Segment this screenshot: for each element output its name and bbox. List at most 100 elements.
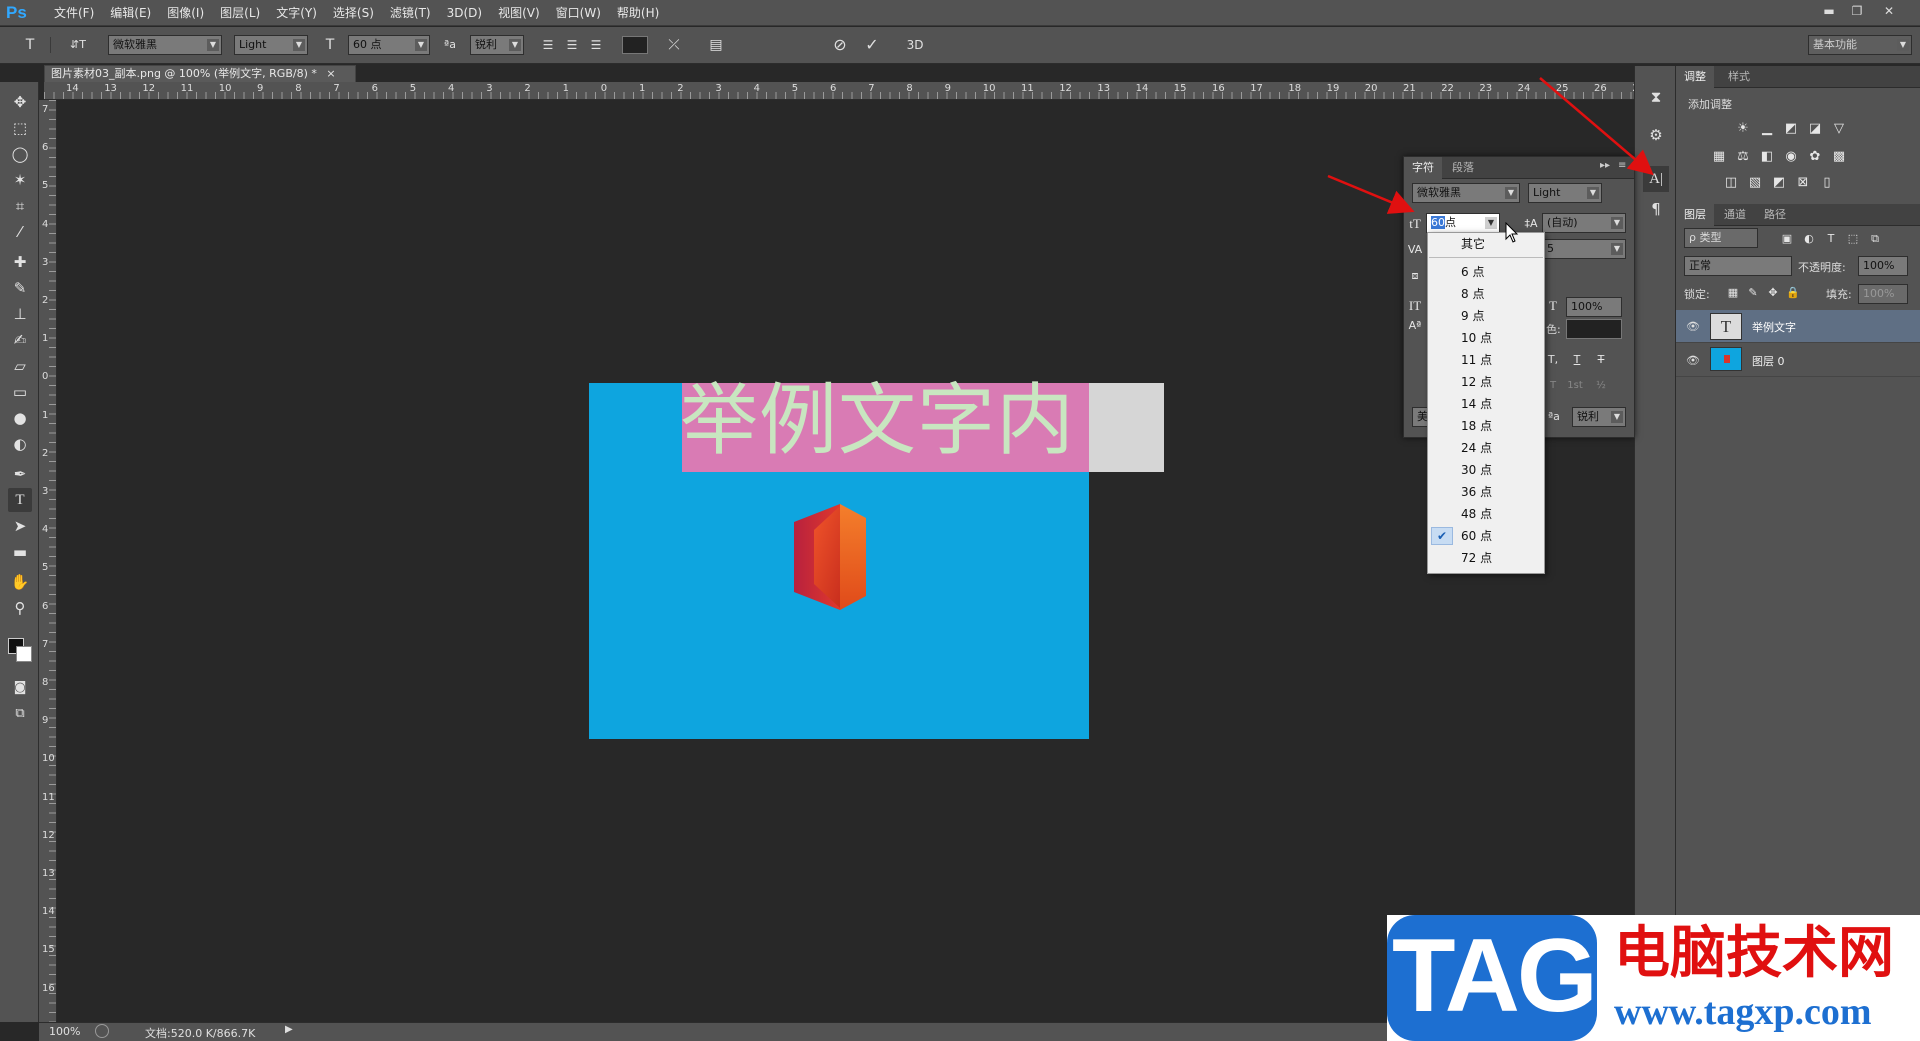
zoom-tool-icon[interactable]: ⚲ [8, 596, 32, 620]
pen-tool-icon[interactable]: ✒ [8, 462, 32, 486]
tab-paragraph[interactable]: 段落 [1444, 157, 1482, 179]
type-tool-preset-icon[interactable]: T [20, 35, 40, 55]
menu-view[interactable]: 视图(V) [490, 0, 548, 26]
close-tab-icon[interactable]: × [326, 67, 335, 80]
tab-adjustments[interactable]: 调整 [1676, 66, 1714, 88]
properties-panel-icon[interactable]: ⚙ [1643, 122, 1669, 148]
hue-saturation-icon[interactable]: ▦ [1710, 148, 1728, 166]
subscript-icon[interactable]: T, [1544, 351, 1562, 369]
lock-transparent-icon[interactable]: ▦ [1724, 284, 1742, 302]
filter-smart-icon[interactable]: ⧉ [1866, 230, 1884, 248]
workspace-select[interactable]: 基本功能 ▼ [1808, 35, 1912, 55]
menu-edit[interactable]: 编辑(E) [102, 0, 159, 26]
background-color-swatch[interactable] [16, 646, 32, 662]
gradient-tool-icon[interactable]: ▭ [8, 380, 32, 404]
visibility-eye-icon[interactable]: 👁 [1686, 354, 1700, 367]
dodge-tool-icon[interactable]: ◐ [8, 432, 32, 456]
menu-file[interactable]: 文件(F) [46, 0, 102, 26]
align-left-icon[interactable]: ☰ [538, 35, 558, 55]
panel-menu-icon[interactable]: ≡ [1618, 160, 1626, 171]
dropdown-item[interactable]: 72 点 [1428, 547, 1544, 569]
dropdown-item[interactable]: 9 点 [1428, 305, 1544, 327]
menu-3d[interactable]: 3D(D) [439, 0, 490, 26]
restore-button[interactable]: ❐ [1846, 2, 1868, 20]
warp-text-icon[interactable]: ⤫ [664, 35, 684, 55]
layer-row[interactable]: 👁 图层 0 [1676, 344, 1920, 377]
rectangle-tool-icon[interactable]: ▬ [8, 540, 32, 564]
char-color-swatch[interactable] [1566, 319, 1622, 339]
layer-name[interactable]: 图层 0 [1752, 353, 1785, 369]
dropdown-item[interactable]: 10 点 [1428, 327, 1544, 349]
char-font-family-select[interactable]: 微软雅黑 ▼ [1412, 183, 1520, 203]
curves-icon[interactable]: ◩ [1782, 120, 1800, 138]
document-text-layer[interactable]: 举例文字内 [680, 377, 1075, 466]
ligature-icon[interactable]: T [1544, 377, 1562, 395]
dropdown-item[interactable]: 36 点 [1428, 481, 1544, 503]
leading-select[interactable]: (自动) ▼ [1542, 213, 1626, 233]
menu-window[interactable]: 窗口(W) [548, 0, 609, 26]
threshold-icon[interactable]: ◩ [1770, 174, 1788, 192]
commit-edit-icon[interactable]: ✓ [862, 35, 882, 55]
menu-image[interactable]: 图像(I) [159, 0, 212, 26]
character-panel-toggle-icon[interactable]: ▤ [706, 35, 726, 55]
close-button[interactable]: ✕ [1878, 2, 1900, 20]
dropdown-item[interactable]: 14 点 [1428, 393, 1544, 415]
exposure-icon[interactable]: ◪ [1806, 120, 1824, 138]
fill-input[interactable]: 100% [1858, 284, 1908, 304]
type-tool-icon[interactable]: T [8, 488, 32, 512]
dropdown-item[interactable]: 48 点 [1428, 503, 1544, 525]
menu-filter[interactable]: 滤镜(T) [382, 0, 439, 26]
filter-adjust-icon[interactable]: ◐ [1800, 230, 1818, 248]
vibrance-icon[interactable]: ▽ [1830, 120, 1848, 138]
tab-layers[interactable]: 图层 [1676, 204, 1714, 226]
clone-stamp-tool-icon[interactable]: ⊥ [8, 302, 32, 326]
blend-mode-select[interactable]: 正常 [1684, 256, 1792, 276]
move-tool-icon[interactable]: ✥ [8, 90, 32, 114]
menu-type[interactable]: 文字(Y) [268, 0, 325, 26]
align-center-icon[interactable]: ☰ [562, 35, 582, 55]
quick-mask-icon[interactable]: ◙ [8, 676, 32, 700]
dropdown-item[interactable]: 11 点 [1428, 349, 1544, 371]
tab-paths[interactable]: 路径 [1756, 204, 1794, 226]
paragraph-panel-icon[interactable]: ¶ [1643, 196, 1669, 222]
horizontal-scale-input[interactable]: 100% [1566, 297, 1622, 317]
screen-mode-icon[interactable]: ⧉ [8, 702, 32, 726]
eraser-tool-icon[interactable]: ▱ [8, 354, 32, 378]
dropdown-item-selected[interactable]: 60 点 [1428, 525, 1544, 547]
tab-styles[interactable]: 样式 [1720, 66, 1758, 88]
channel-mixer-icon[interactable]: ✿ [1806, 148, 1824, 166]
dropdown-item[interactable]: 其它 [1428, 233, 1544, 255]
tracking-select[interactable]: 5 ▼ [1542, 239, 1626, 259]
character-panel-icon[interactable]: A| [1643, 166, 1669, 192]
font-size-select[interactable]: 60 点 ▼ [348, 35, 430, 55]
color-balance-icon[interactable]: ⚖ [1734, 148, 1752, 166]
dropdown-item[interactable]: 12 点 [1428, 371, 1544, 393]
color-lookup-icon[interactable]: ▩ [1830, 148, 1848, 166]
photo-filter-icon[interactable]: ◉ [1782, 148, 1800, 166]
zoom-level[interactable]: 100% [49, 1025, 80, 1038]
invert-icon[interactable]: ◫ [1722, 174, 1740, 192]
lock-image-icon[interactable]: ✎ [1744, 284, 1762, 302]
menu-layer[interactable]: 图层(L) [212, 0, 268, 26]
opacity-input[interactable]: 100% [1858, 256, 1908, 276]
selective-color-icon[interactable]: ⊠ [1794, 174, 1812, 192]
menu-select[interactable]: 选择(S) [325, 0, 382, 26]
underline-icon[interactable]: T [1568, 351, 1586, 369]
dropdown-item[interactable]: 24 点 [1428, 437, 1544, 459]
dropdown-item[interactable]: 8 点 [1428, 283, 1544, 305]
3d-button[interactable]: 3D [900, 35, 930, 55]
brush-tool-icon[interactable]: ✎ [8, 276, 32, 300]
tab-character[interactable]: 字符 [1404, 157, 1442, 179]
filter-type-icon[interactable]: T [1822, 230, 1840, 248]
status-menu-arrow-icon[interactable]: ▶ [285, 1024, 293, 1035]
fraction-icon[interactable]: ½ [1592, 377, 1610, 395]
antialias-select[interactable]: 锐利 ▼ [470, 35, 524, 55]
char-font-style-select[interactable]: Light ▼ [1528, 183, 1602, 203]
eyedropper-tool-icon[interactable]: ⁄ [8, 220, 32, 244]
document-tab[interactable]: 图片素材03_副本.png @ 100% (举例文字, RGB/8) * × [44, 65, 356, 83]
blur-tool-icon[interactable]: ● [8, 406, 32, 430]
panel-collapse-icon[interactable]: ▸▸ [1600, 160, 1610, 171]
text-color-swatch[interactable] [622, 36, 648, 54]
hand-tool-icon[interactable]: ✋ [8, 570, 32, 594]
char-font-size-input[interactable]: 60点 ▼ [1426, 213, 1500, 233]
